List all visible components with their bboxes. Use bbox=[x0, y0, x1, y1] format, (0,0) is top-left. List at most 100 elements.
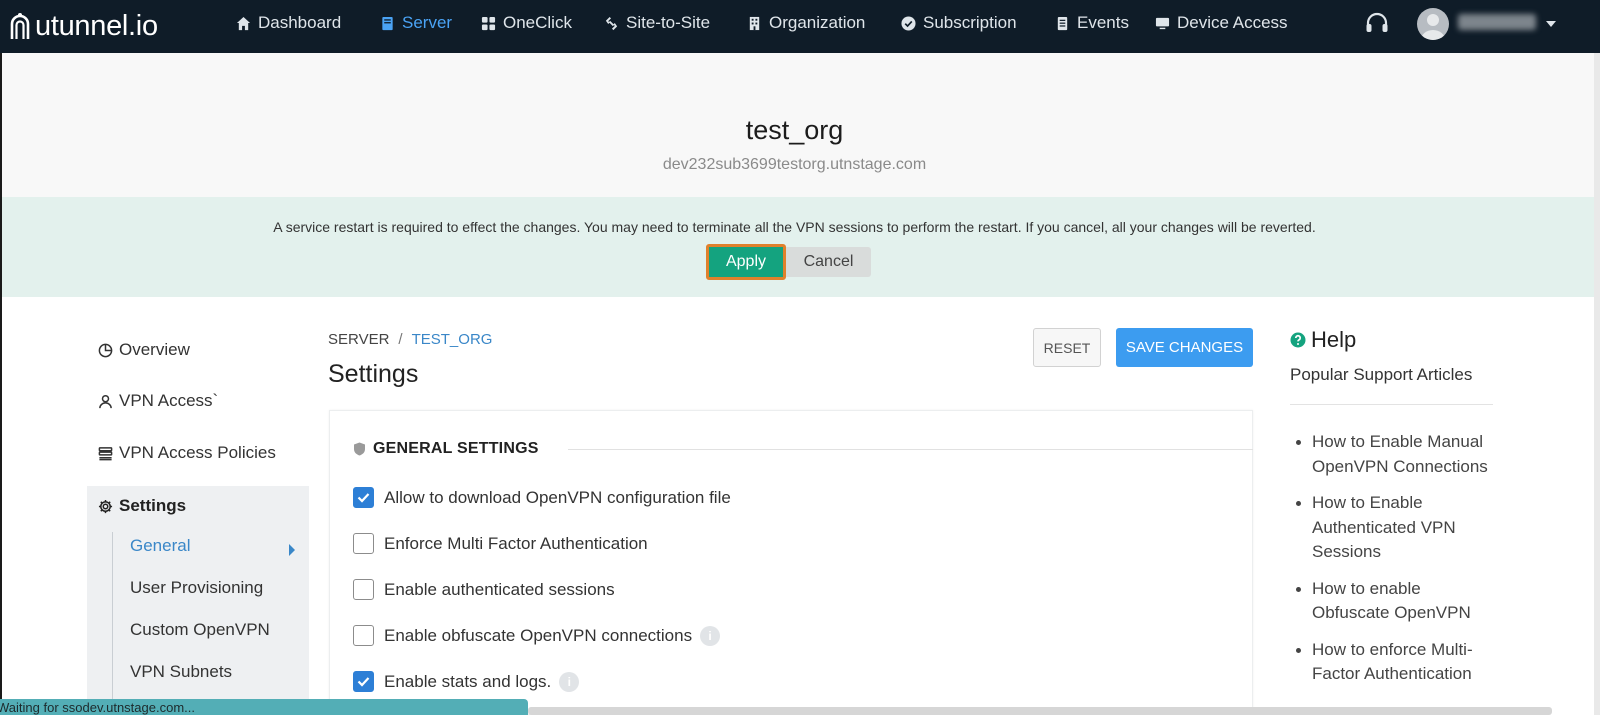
reset-button[interactable]: RESET bbox=[1033, 328, 1101, 367]
sidebar-subitem-custom-openvpn[interactable]: Custom OpenVPN bbox=[130, 620, 270, 640]
user-menu-caret-icon[interactable] bbox=[1546, 21, 1556, 27]
save-changes-button[interactable]: SAVE CHANGES bbox=[1116, 328, 1253, 367]
sidebar-subitem-user-provisioning[interactable]: User Provisioning bbox=[130, 578, 263, 598]
support-article-list: How to Enable Manual OpenVPN Connections… bbox=[1292, 430, 1502, 699]
checkbox-checked[interactable] bbox=[353, 671, 374, 692]
nav-subscription-label: Subscription bbox=[923, 13, 1017, 32]
check-circle-icon bbox=[901, 15, 916, 31]
sidebar-item-settings[interactable]: Settings bbox=[98, 496, 186, 516]
breadcrumb-separator: / bbox=[398, 331, 403, 348]
grid-icon bbox=[481, 16, 496, 30]
nav-dashboard[interactable]: Dashboard bbox=[236, 0, 341, 46]
tunnel-logo-icon bbox=[10, 13, 30, 39]
checkbox-unchecked[interactable] bbox=[353, 533, 374, 554]
support-headset-icon[interactable] bbox=[1364, 11, 1390, 37]
support-article-link[interactable]: How to enforce Multi-Factor Authenticati… bbox=[1292, 638, 1502, 687]
option-label: Allow to download OpenVPN configuration … bbox=[384, 487, 731, 507]
support-article-link[interactable]: How to Enable Manual OpenVPN Connections bbox=[1292, 430, 1502, 479]
user-silhouette-icon bbox=[1421, 14, 1445, 40]
support-article-link[interactable]: How to enable Obfuscate OpenVPN bbox=[1292, 577, 1502, 626]
nav-server[interactable]: Server bbox=[380, 0, 452, 46]
breadcrumb-current[interactable]: TEST_ORG bbox=[412, 331, 493, 348]
checkbox-checked[interactable] bbox=[353, 487, 374, 508]
cancel-button[interactable]: Cancel bbox=[786, 247, 871, 277]
general-settings-heading: GENERAL SETTINGS bbox=[353, 440, 539, 458]
option-label: Enable obfuscate OpenVPN connections bbox=[384, 625, 693, 645]
building-icon bbox=[749, 16, 760, 30]
gear-icon bbox=[98, 499, 113, 513]
user-icon bbox=[99, 394, 112, 408]
link-icon bbox=[605, 16, 618, 30]
option-enforce-mfa[interactable]: Enforce Multi Factor Authentication bbox=[353, 533, 648, 554]
org-name: test_org bbox=[745, 115, 844, 145]
shield-icon bbox=[354, 442, 365, 456]
browser-status-bar: Waiting for ssodev.utnstage.com... bbox=[0, 699, 528, 715]
breadcrumb-root[interactable]: SERVER bbox=[328, 331, 389, 348]
vertical-scrollbar[interactable] bbox=[1594, 53, 1600, 715]
sidebar-item-overview[interactable]: Overview bbox=[98, 340, 190, 360]
org-hostname: dev232sub3699testorg.utnstage.com bbox=[662, 156, 927, 173]
window-edge bbox=[0, 53, 2, 715]
nav-events[interactable]: Events bbox=[1055, 0, 1129, 46]
active-subitem-arrow-icon bbox=[289, 544, 295, 556]
sidebar-subitem-vpn-subnets[interactable]: VPN Subnets bbox=[130, 662, 232, 682]
list-icon bbox=[98, 446, 113, 460]
nav-organization[interactable]: Organization bbox=[747, 0, 865, 46]
home-icon bbox=[236, 16, 251, 30]
sidebar-item-settings-label: Settings bbox=[119, 496, 187, 515]
nav-organization-label: Organization bbox=[769, 13, 866, 32]
pie-chart-icon bbox=[98, 343, 113, 357]
help-subtitle: Popular Support Articles bbox=[1290, 365, 1473, 384]
help-title: Help bbox=[1311, 327, 1357, 352]
section-title: GENERAL SETTINGS bbox=[373, 440, 539, 457]
document-icon bbox=[1057, 16, 1068, 30]
apply-button[interactable]: Apply bbox=[706, 244, 786, 280]
option-stats-and-logs[interactable]: Enable stats and logs. i bbox=[353, 671, 580, 692]
question-circle-icon bbox=[1290, 332, 1306, 348]
option-obfuscate-openvpn[interactable]: Enable obfuscate OpenVPN connections i bbox=[353, 625, 721, 646]
monitor-icon bbox=[1155, 17, 1170, 29]
option-allow-download-config[interactable]: Allow to download OpenVPN configuration … bbox=[353, 487, 731, 508]
help-divider bbox=[1290, 404, 1493, 405]
horizontal-scrollbar[interactable] bbox=[528, 707, 1552, 715]
checkbox-unchecked[interactable] bbox=[353, 625, 374, 646]
restart-message: A service restart is required to effect … bbox=[273, 219, 1316, 235]
option-authenticated-sessions[interactable]: Enable authenticated sessions bbox=[353, 579, 615, 600]
breadcrumb: SERVER / TEST_ORG bbox=[328, 331, 492, 348]
nav-site-to-site-label: Site-to-Site bbox=[626, 13, 711, 32]
page-title: Settings bbox=[328, 360, 419, 388]
submenu-guide-line bbox=[112, 532, 113, 715]
support-article-link[interactable]: How to Enable Authenticated VPN Sessions bbox=[1292, 491, 1502, 565]
sidebar-item-vpn-access-policies-label: VPN Access Policies bbox=[119, 443, 276, 462]
nav-dashboard-label: Dashboard bbox=[258, 13, 342, 32]
sidebar-subitem-general[interactable]: General bbox=[130, 536, 190, 556]
nav-oneclick[interactable]: OneClick bbox=[481, 0, 572, 46]
checkmark-icon bbox=[357, 493, 370, 503]
user-avatar[interactable] bbox=[1417, 8, 1449, 40]
user-name-redacted[interactable] bbox=[1458, 14, 1536, 30]
section-divider bbox=[568, 449, 1253, 450]
nav-device-access-label: Device Access bbox=[1177, 13, 1288, 32]
info-icon[interactable]: i bbox=[559, 671, 580, 692]
nav-site-to-site[interactable]: Site-to-Site bbox=[604, 0, 710, 46]
nav-oneclick-label: OneClick bbox=[503, 13, 572, 32]
help-heading: Help bbox=[1290, 327, 1356, 353]
nav-events-label: Events bbox=[1077, 13, 1129, 32]
sidebar-item-vpn-access[interactable]: VPN Access` bbox=[98, 391, 218, 411]
status-text: Waiting for ssodev.utnstage.com... bbox=[0, 700, 195, 715]
sidebar-item-vpn-access-label: VPN Access` bbox=[119, 391, 219, 410]
nav-device-access[interactable]: Device Access bbox=[1155, 0, 1288, 46]
checkbox-unchecked[interactable] bbox=[353, 579, 374, 600]
utunnel-logo[interactable]: utunnel.io bbox=[9, 6, 158, 46]
logo-text: utunnel.io bbox=[35, 9, 158, 42]
option-label: Enforce Multi Factor Authentication bbox=[384, 533, 648, 553]
option-label: Enable authenticated sessions bbox=[384, 579, 615, 599]
sidebar-item-overview-label: Overview bbox=[119, 340, 190, 359]
sidebar-item-vpn-access-policies[interactable]: VPN Access Policies bbox=[98, 443, 276, 463]
server-icon bbox=[382, 16, 393, 30]
nav-subscription[interactable]: Subscription bbox=[901, 0, 1017, 46]
top-navbar: utunnel.io Dashboard Server OneClick Sit… bbox=[0, 0, 1600, 53]
org-header: test_org dev232sub3699testorg.utnstage.c… bbox=[2, 53, 1594, 197]
checkmark-icon bbox=[357, 677, 370, 687]
info-icon[interactable]: i bbox=[700, 625, 721, 646]
